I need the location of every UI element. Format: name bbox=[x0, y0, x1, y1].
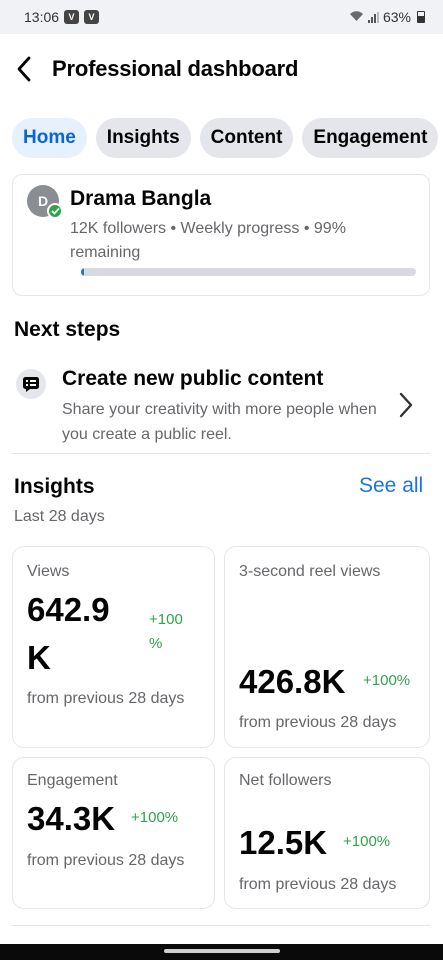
metric-change: % bbox=[149, 635, 163, 652]
system-nav-bar bbox=[0, 944, 443, 960]
notification-icon: V bbox=[64, 10, 80, 24]
insights-heading: Insights bbox=[14, 475, 95, 498]
chevron-right-icon bbox=[396, 391, 416, 419]
wifi-icon bbox=[349, 10, 364, 25]
weekly-progress-bar bbox=[81, 268, 416, 276]
profile-card[interactable]: D Drama Bangla 12K followers • Weekly pr… bbox=[12, 174, 430, 296]
metric-value: 426.8K bbox=[239, 663, 346, 700]
create-public-content-item[interactable]: Create new public content Share your cre… bbox=[0, 355, 443, 450]
page-stats: 12K followers • Weekly progress • 99% re… bbox=[70, 220, 346, 261]
notification-icon: V bbox=[84, 10, 100, 24]
metric-value: 12.5K bbox=[239, 824, 328, 861]
metric-footer: from previous 28 days bbox=[27, 852, 185, 869]
tab-engagement[interactable]: Engagement bbox=[302, 118, 439, 158]
page-title: Professional dashboard bbox=[52, 56, 299, 81]
battery-icon bbox=[417, 11, 425, 23]
status-left: 13:06 V V bbox=[24, 9, 100, 25]
metric-change: +100% bbox=[343, 833, 391, 850]
metric-label: Net followers bbox=[239, 772, 332, 789]
status-bar: 13:06 V V 63% bbox=[0, 0, 443, 34]
metric-footer: from previous 28 days bbox=[239, 714, 397, 731]
home-indicator[interactable] bbox=[164, 949, 280, 953]
header: Professional dashboard bbox=[0, 34, 443, 104]
metric-value: 34.3K bbox=[27, 800, 116, 837]
metric-footer: from previous 28 days bbox=[239, 876, 397, 893]
tab-insights[interactable]: Insights bbox=[95, 118, 191, 158]
metric-value: 642.9 bbox=[27, 591, 110, 628]
metric-change: +100 bbox=[149, 611, 183, 628]
see-all-link[interactable]: See all bbox=[359, 474, 423, 498]
back-arrow-icon[interactable] bbox=[16, 54, 40, 84]
status-time: 13:06 bbox=[24, 9, 60, 25]
divider bbox=[12, 925, 430, 926]
divider bbox=[12, 453, 430, 454]
metric-footer: from previous 28 days bbox=[27, 690, 185, 707]
metric-card-views[interactable]: Views 642.9 K +100 % from previous 28 da… bbox=[12, 546, 215, 748]
metric-card-net-followers[interactable]: Net followers 12.5K +100% from previous … bbox=[224, 757, 430, 909]
tab-bar: Home Insights Content Engagement bbox=[12, 118, 439, 158]
status-right: 63% bbox=[349, 9, 425, 25]
battery-text: 63% bbox=[382, 9, 411, 25]
page-name: Drama Bangla bbox=[70, 187, 212, 210]
metric-card-reel-views[interactable]: 3-second reel views 426.8K +100% from pr… bbox=[224, 546, 430, 748]
insights-period: Last 28 days bbox=[14, 508, 105, 525]
metric-card-engagement[interactable]: Engagement 34.3K +100% from previous 28 … bbox=[12, 757, 215, 909]
metric-label: 3-second reel views bbox=[239, 563, 381, 580]
next-step-title: Create new public content bbox=[62, 367, 324, 390]
tab-content[interactable]: Content bbox=[199, 118, 294, 158]
tab-home[interactable]: Home bbox=[12, 118, 87, 158]
verified-check-icon bbox=[47, 203, 63, 219]
signal-icon bbox=[367, 11, 379, 23]
metric-change: +100% bbox=[363, 672, 411, 689]
next-steps-heading: Next steps bbox=[14, 318, 121, 341]
next-step-description: Share your creativity with more people w… bbox=[62, 401, 377, 443]
weekly-progress-fill bbox=[81, 268, 85, 276]
metric-change: +100% bbox=[131, 809, 179, 826]
metric-label: Engagement bbox=[27, 772, 118, 789]
metric-value: K bbox=[27, 639, 51, 676]
content-card-icon bbox=[16, 369, 46, 399]
metric-label: Views bbox=[27, 563, 70, 580]
